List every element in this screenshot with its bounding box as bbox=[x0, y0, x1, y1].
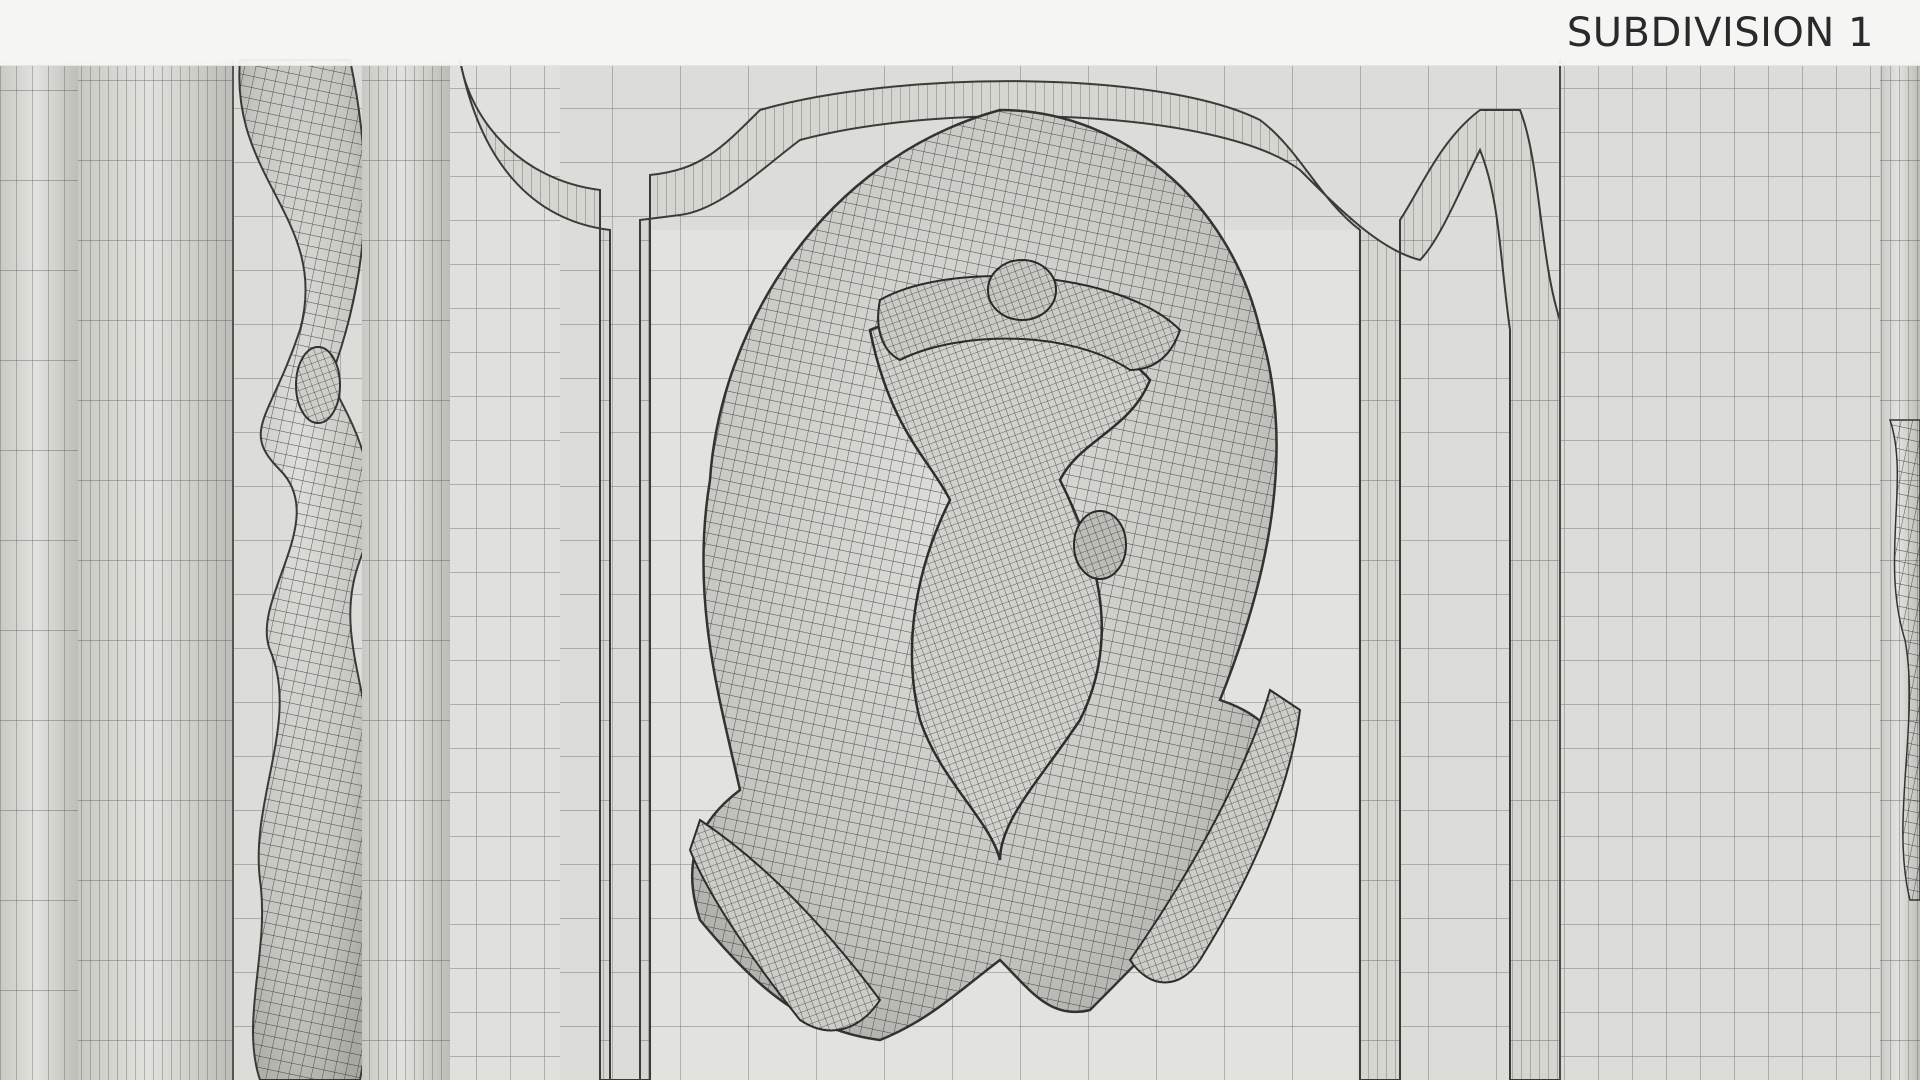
right-pilaster bbox=[1559, 60, 1920, 1080]
title-bar: SUBDIVISION 1 bbox=[0, 0, 1920, 66]
wireframe-render bbox=[0, 0, 1920, 1080]
left-column bbox=[0, 60, 234, 1080]
inner-column-left bbox=[362, 60, 560, 1080]
subdivision-level-title: SUBDIVISION 1 bbox=[1566, 10, 1874, 56]
